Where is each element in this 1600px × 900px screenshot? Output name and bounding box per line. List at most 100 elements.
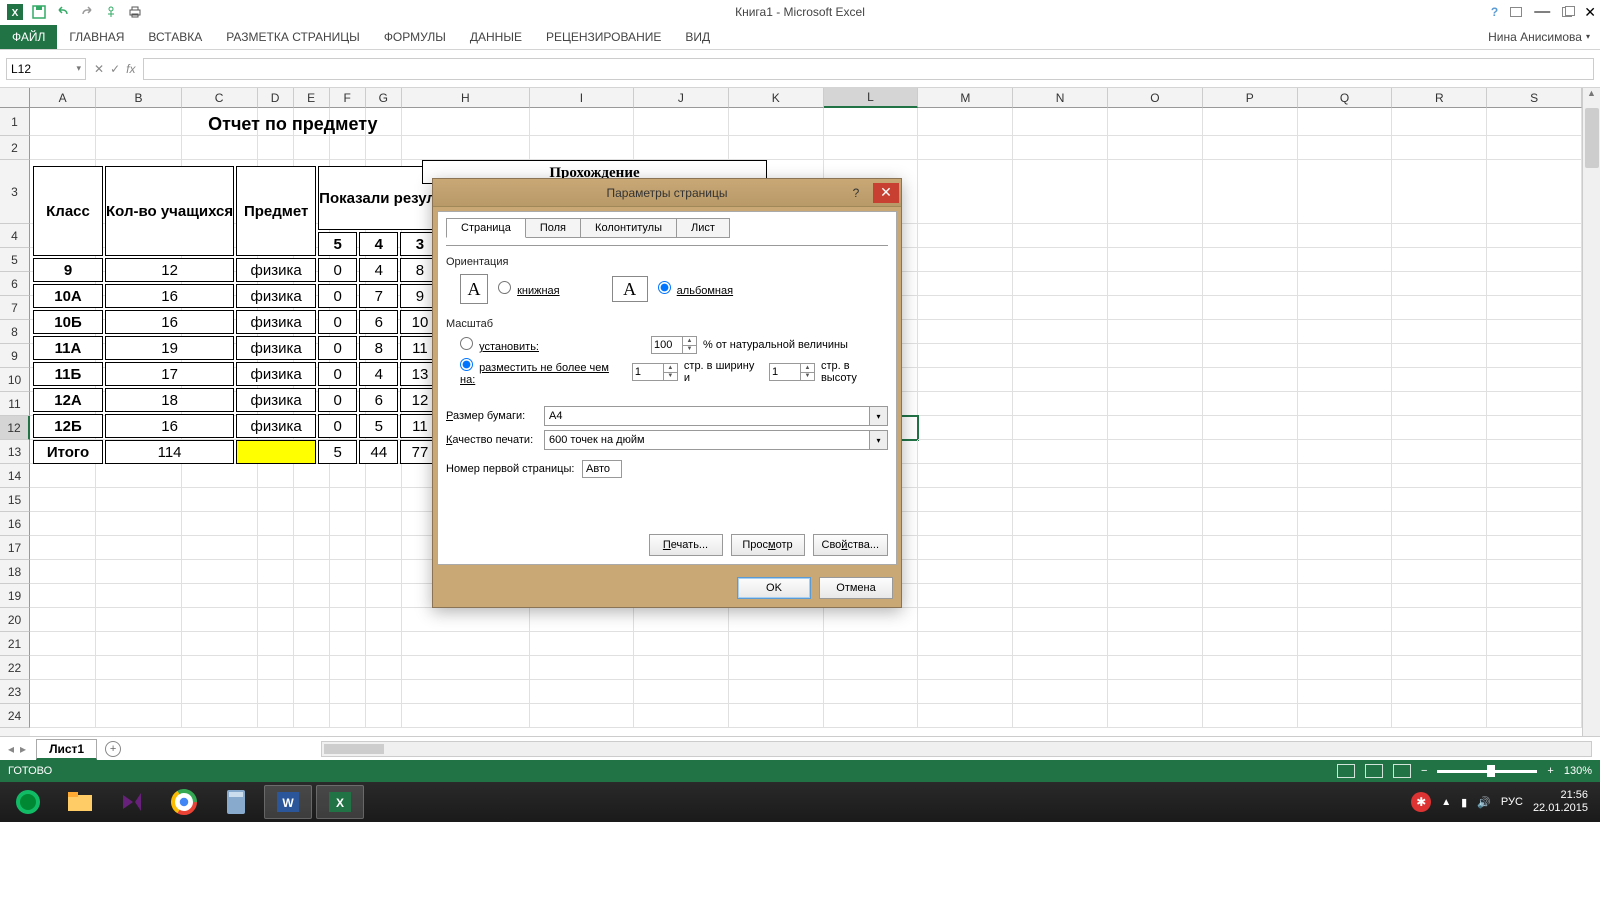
enter-formula-icon[interactable]: ✓ (110, 62, 120, 76)
view-page-layout-icon[interactable] (1365, 764, 1383, 778)
cell[interactable] (1487, 440, 1582, 464)
row-header[interactable]: 14 (0, 464, 30, 488)
cell[interactable] (402, 608, 530, 632)
tray-clock[interactable]: 21:56 22.01.2015 (1533, 789, 1588, 815)
cell[interactable] (258, 608, 294, 632)
cell[interactable] (294, 512, 330, 536)
view-page-break-icon[interactable] (1393, 764, 1411, 778)
cell[interactable] (1298, 704, 1393, 728)
tab-review[interactable]: РЕЦЕНЗИРОВАНИЕ (534, 25, 673, 49)
cell[interactable] (824, 108, 919, 136)
cell[interactable] (1487, 224, 1582, 248)
cell[interactable] (530, 108, 634, 136)
cell[interactable] (1013, 440, 1108, 464)
cell[interactable] (824, 680, 919, 704)
quick-print-icon[interactable] (124, 2, 146, 22)
cell[interactable] (824, 608, 919, 632)
touch-mode-icon[interactable] (100, 2, 122, 22)
cell[interactable] (634, 608, 729, 632)
cell[interactable] (1013, 296, 1108, 320)
cell[interactable] (918, 608, 1013, 632)
cell[interactable] (1298, 560, 1393, 584)
sheet-tab[interactable]: Лист1 (36, 739, 97, 760)
cell[interactable] (330, 632, 366, 656)
cell[interactable] (30, 536, 96, 560)
cell[interactable] (366, 656, 402, 680)
cell[interactable] (1013, 224, 1108, 248)
cell[interactable] (1487, 296, 1582, 320)
cell[interactable] (1013, 416, 1108, 440)
cell[interactable] (729, 680, 824, 704)
cancel-formula-icon[interactable]: ✕ (94, 62, 104, 76)
cell[interactable] (1013, 512, 1108, 536)
cell[interactable] (366, 512, 402, 536)
cell[interactable] (1013, 248, 1108, 272)
cell[interactable] (1108, 464, 1203, 488)
cell[interactable] (1108, 488, 1203, 512)
cell[interactable] (634, 704, 729, 728)
cell[interactable] (1298, 656, 1393, 680)
cell[interactable] (1013, 704, 1108, 728)
row-header[interactable]: 17 (0, 536, 30, 560)
tray-volume-icon[interactable]: 🔊 (1477, 796, 1491, 809)
cell[interactable] (1013, 632, 1108, 656)
cell[interactable] (402, 632, 530, 656)
cell[interactable] (258, 488, 294, 512)
cell[interactable] (330, 464, 366, 488)
cell[interactable] (1108, 656, 1203, 680)
cell[interactable] (366, 632, 402, 656)
tab-home[interactable]: ГЛАВНАЯ (57, 25, 136, 49)
save-icon[interactable] (28, 2, 50, 22)
cell[interactable] (30, 632, 96, 656)
row-header[interactable]: 9 (0, 344, 30, 368)
cancel-button[interactable]: Отмена (819, 577, 893, 599)
zoom-out-icon[interactable]: − (1421, 765, 1427, 777)
cell[interactable] (634, 656, 729, 680)
cell[interactable] (1108, 416, 1203, 440)
cell[interactable] (1487, 464, 1582, 488)
cell[interactable] (1487, 488, 1582, 512)
cell[interactable] (918, 136, 1013, 160)
cell[interactable] (1108, 392, 1203, 416)
file-explorer-icon[interactable] (56, 785, 104, 819)
tab-data[interactable]: ДАННЫЕ (458, 25, 534, 49)
cell[interactable] (918, 344, 1013, 368)
tab-formulas[interactable]: ФОРМУЛЫ (372, 25, 458, 49)
cell[interactable] (1392, 320, 1487, 344)
column-header[interactable]: H (402, 88, 530, 108)
cell[interactable] (1392, 416, 1487, 440)
cell[interactable] (1203, 248, 1298, 272)
cell[interactable] (918, 296, 1013, 320)
tab-insert[interactable]: ВСТАВКА (136, 25, 214, 49)
cell[interactable] (918, 704, 1013, 728)
cell[interactable] (1013, 488, 1108, 512)
cell[interactable] (918, 512, 1013, 536)
cell[interactable] (1298, 464, 1393, 488)
excel-taskbar-icon[interactable]: X (316, 785, 364, 819)
row-header[interactable]: 19 (0, 584, 30, 608)
cell[interactable] (1108, 704, 1203, 728)
cell[interactable] (330, 536, 366, 560)
dialog-tab-margins[interactable]: Поля (525, 218, 581, 238)
cell[interactable] (96, 536, 181, 560)
cell[interactable] (1487, 320, 1582, 344)
cell[interactable] (330, 704, 366, 728)
row-header[interactable]: 24 (0, 704, 30, 728)
cell[interactable] (824, 632, 919, 656)
dialog-titlebar[interactable]: Параметры страницы ? ✕ (433, 179, 901, 207)
cell[interactable] (530, 680, 634, 704)
tab-file[interactable]: ФАЙЛ (0, 25, 57, 49)
cell[interactable] (1203, 224, 1298, 248)
column-header[interactable]: M (918, 88, 1013, 108)
select-all-corner[interactable] (0, 88, 30, 108)
cell[interactable] (1298, 320, 1393, 344)
row-header[interactable]: 10 (0, 368, 30, 392)
fit-wide-spinner[interactable]: ▲▼ (632, 363, 678, 381)
column-header[interactable]: Q (1298, 88, 1393, 108)
row-header[interactable]: 1 (0, 108, 30, 136)
tray-app-icon[interactable]: ✱ (1411, 792, 1431, 812)
cell[interactable] (634, 632, 729, 656)
cell[interactable] (1487, 536, 1582, 560)
cell[interactable] (1013, 560, 1108, 584)
cell[interactable] (1392, 160, 1487, 224)
